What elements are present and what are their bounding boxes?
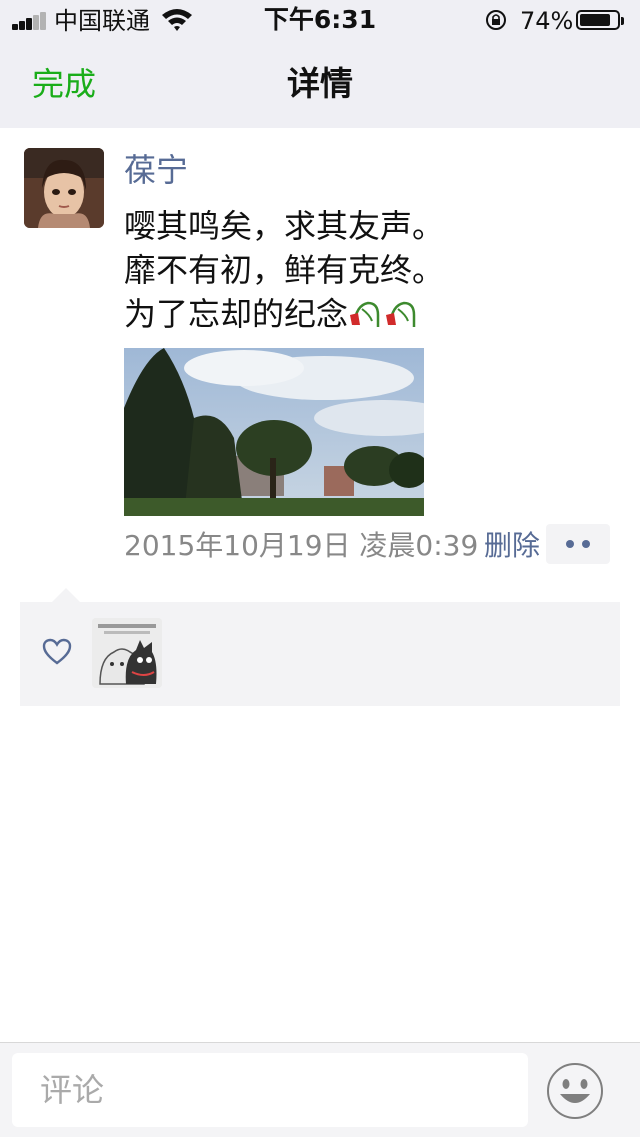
likes-panel [20,588,620,706]
emoji-icon[interactable] [546,1062,604,1120]
status-bar: 中国联通 下午6:31 74% [0,0,640,40]
dot-icon [582,540,590,548]
dot-icon [566,540,574,548]
battery-percent: 74% [520,7,574,35]
wilted-tulip-icon [350,301,380,327]
post-line-2: 靡不有初，鲜有克终。 [124,251,445,289]
orientation-lock-icon [486,10,506,30]
page-title: 详情 [287,64,353,103]
post-photo[interactable] [124,348,424,516]
author-avatar[interactable] [24,148,104,228]
delete-button[interactable]: 删除 [484,526,540,566]
heart-icon [42,638,72,665]
comment-bar [0,1042,640,1137]
post-date: 2015年10月19日 凌晨0:39 [124,529,479,562]
wilted-tulip-icon [386,301,416,327]
top-bar: 中国联通 下午6:31 74% 完成 详情 [0,0,640,128]
author-name[interactable]: 葆宁 [124,150,188,190]
comment-input[interactable] [12,1053,528,1127]
post-line-3: 为了忘却的纪念 [124,295,349,333]
likes-arrow [52,588,80,602]
battery-icon [576,10,624,30]
post-line-1: 嘤其鸣矣，求其友声。 [124,207,445,245]
liker-avatar[interactable] [92,618,162,688]
post-text: 嘤其鸣矣，求其友声。 靡不有初，鲜有克终。 为了忘却的纪念 [124,204,444,336]
more-options-button[interactable] [546,524,610,564]
